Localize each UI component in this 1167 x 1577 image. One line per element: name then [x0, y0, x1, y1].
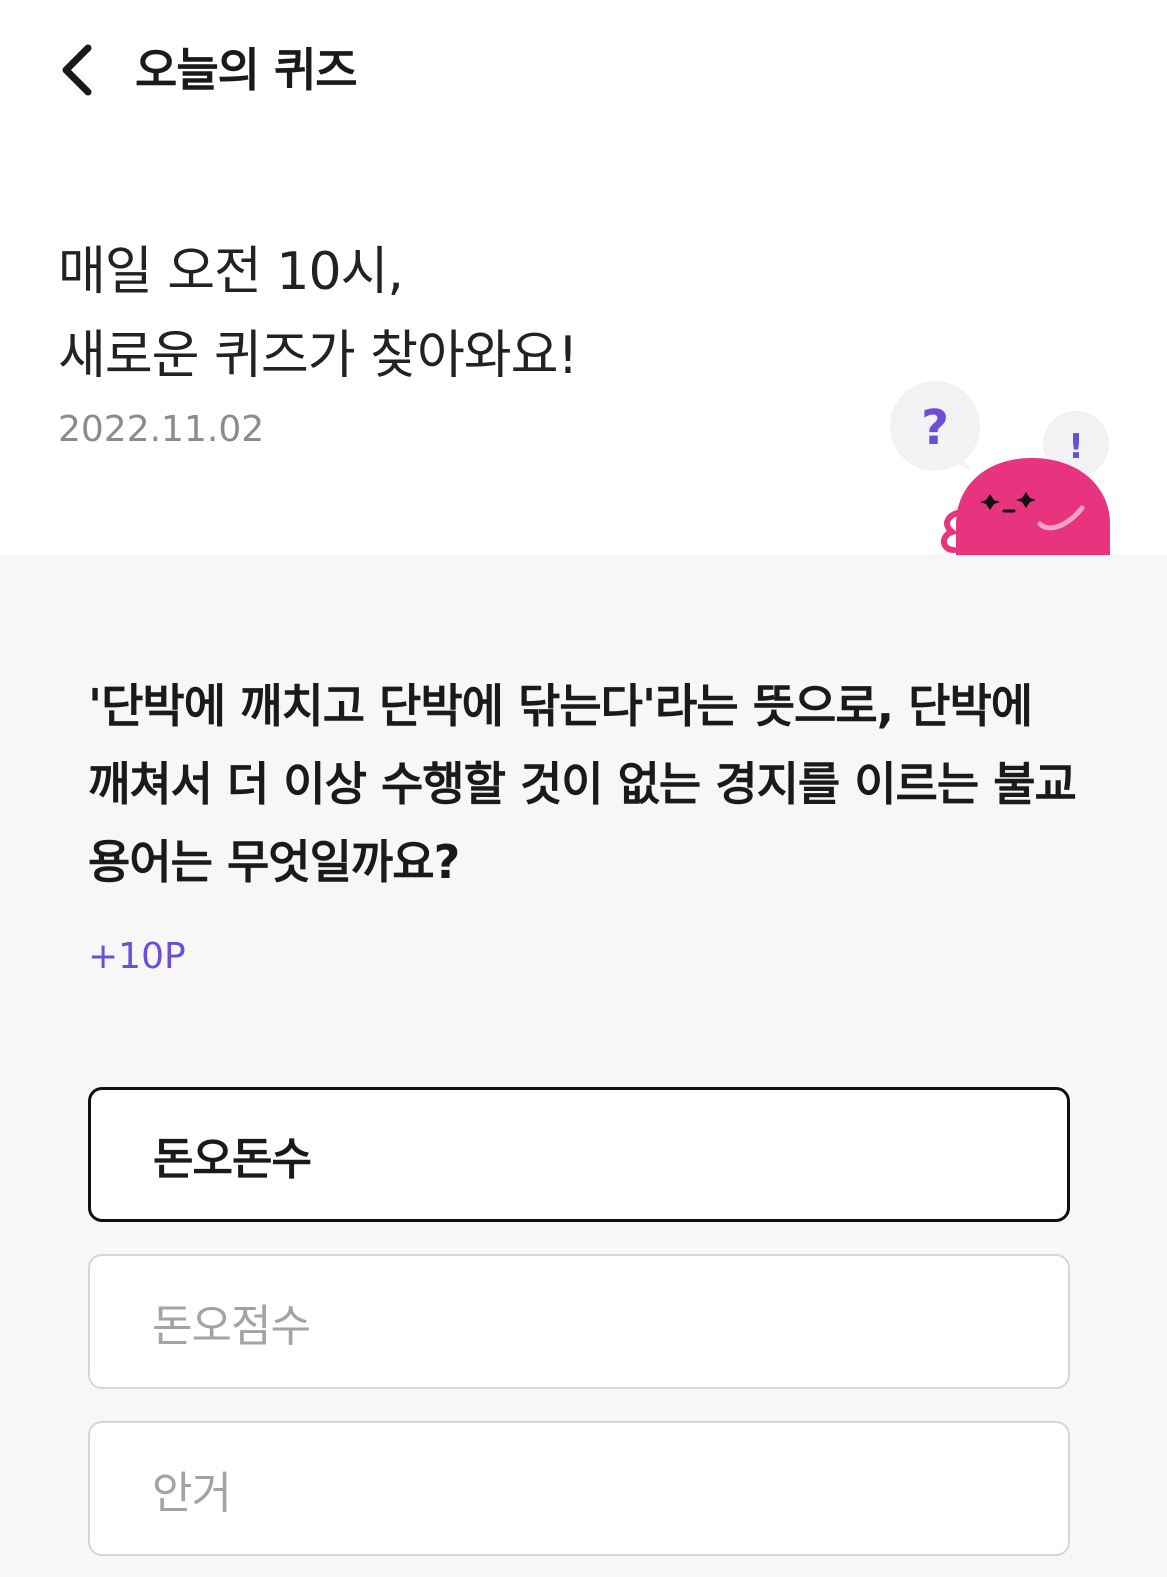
- answer-option-label: 돈오점수: [152, 1300, 311, 1352]
- exclamation-mark: !: [1068, 427, 1084, 467]
- intro-headline-line-2: 새로운 퀴즈가 찾아와요!: [58, 326, 578, 386]
- quiz-mascot-illustration: ? !: [890, 381, 1110, 555]
- question-bubble-icon: ?: [890, 381, 980, 472]
- intro-section: 매일 오전 10시, 새로운 퀴즈가 찾아와요! 2022.11.02: [58, 230, 858, 452]
- answer-option-3[interactable]: 안거: [88, 1421, 1070, 1556]
- quiz-date: 2022.11.02: [58, 409, 265, 450]
- answer-option-1[interactable]: 돈오돈수: [88, 1087, 1070, 1222]
- quiz-section: '단박에 깨치고 단박에 닦는다'라는 뜻으로, 단박에 깨쳐서 더 이상 수행…: [0, 555, 1167, 1577]
- page-title: 오늘의 퀴즈: [135, 43, 358, 97]
- quiz-question: '단박에 깨치고 단박에 닦는다'라는 뜻으로, 단박에 깨쳐서 더 이상 수행…: [88, 679, 1077, 889]
- question-mark: ?: [921, 400, 949, 456]
- answer-option-label: 돈오돈수: [153, 1133, 312, 1185]
- reward-points: +10P: [88, 936, 186, 977]
- intro-headline-line-1: 매일 오전 10시,: [58, 242, 404, 302]
- answer-option-label: 안거: [152, 1467, 232, 1519]
- answer-option-2[interactable]: 돈오점수: [88, 1254, 1070, 1389]
- chevron-left-icon: [62, 44, 92, 96]
- back-button[interactable]: [50, 38, 106, 102]
- header-bar: 오늘의 퀴즈: [0, 0, 1167, 140]
